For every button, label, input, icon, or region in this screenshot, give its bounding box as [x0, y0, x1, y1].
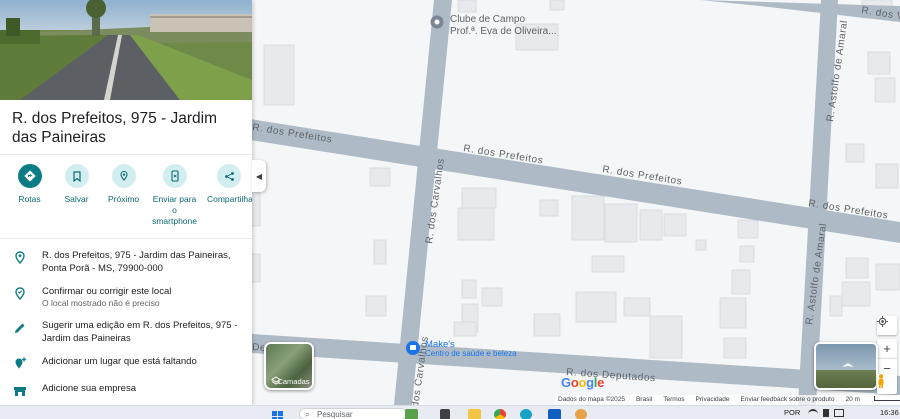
add-missing-place-row[interactable]: Adicionar um lugar que está faltando — [0, 355, 252, 372]
layers-label: Camadas — [277, 377, 310, 386]
share-icon — [217, 164, 242, 188]
pegman-icon — [878, 374, 884, 388]
save-button[interactable]: Salvar — [58, 164, 95, 238]
pencil-icon — [15, 323, 25, 333]
poi-club-marker — [430, 15, 444, 29]
chevron-left-icon: ◀ — [255, 171, 263, 181]
my-location-icon — [877, 316, 888, 327]
footer-terms-link[interactable]: Termos — [663, 396, 684, 404]
speaker-icon — [823, 409, 829, 417]
send-to-phone-icon — [162, 164, 187, 188]
action-bar: Rotas Salvar Próximo Enviar para o smart… — [0, 154, 252, 238]
pegman-button[interactable] — [877, 374, 897, 394]
start-button[interactable] — [272, 409, 283, 419]
system-tray[interactable] — [808, 409, 849, 417]
layers-button[interactable]: Camadas — [264, 342, 314, 390]
store-app-icon[interactable] — [548, 409, 561, 419]
poi-club-name: Clube de Campo — [450, 14, 525, 25]
edge-icon[interactable] — [520, 409, 532, 419]
windows-logo-icon — [272, 411, 283, 419]
confirm-location-row[interactable]: Confirmar ou corrigir este local O local… — [0, 285, 252, 309]
place-title: R. dos Prefeitos, 975 - Jardim das Paine… — [12, 110, 218, 146]
directions-icon — [17, 164, 42, 188]
map-footer: Dados do mapa ©2025 Brasil Termos Privac… — [555, 395, 900, 405]
footer-privacy-link[interactable]: Privacidade — [696, 396, 730, 404]
suggest-edit-line-2: Jardim das Paineiras — [42, 333, 131, 344]
map-scale-label: 20 m — [845, 396, 860, 403]
place-info-list: R. dos Prefeitos, 975 - Jardim das Paine… — [0, 238, 252, 399]
my-location-button[interactable] — [877, 316, 897, 335]
nearby-icon — [111, 164, 136, 188]
send-to-phone-label: Enviar para o smartphone — [152, 194, 197, 226]
plant-app-icon[interactable] — [405, 409, 418, 419]
map-scale[interactable]: 20 m — [845, 396, 900, 404]
chrome-icon[interactable] — [494, 409, 506, 419]
street-photo-image — [0, 0, 252, 100]
send-to-phone-button[interactable]: Enviar para o smartphone — [152, 164, 197, 238]
directions-label: Rotas — [18, 194, 41, 204]
share-label: Compartilhar — [206, 194, 252, 204]
nearby-label: Próximo — [107, 194, 140, 204]
street-view-arrow-icon — [840, 362, 856, 372]
suggest-edit-row[interactable]: Sugerir uma edição em R. dos Prefeitos, … — [0, 319, 252, 345]
search-icon: ⌕ — [305, 410, 310, 419]
language-indicator[interactable]: POR — [784, 408, 800, 417]
location-check-icon — [15, 287, 25, 301]
add-business-row[interactable]: Adicione sua empresa — [0, 382, 252, 399]
store-icon — [14, 387, 26, 396]
collapse-panel-button[interactable]: ◀ — [252, 160, 266, 192]
photos-app-icon[interactable] — [575, 409, 587, 419]
directions-button[interactable]: Rotas — [11, 164, 48, 238]
map-scale-bar — [873, 396, 900, 401]
add-location-icon — [15, 357, 26, 369]
battery-icon — [834, 409, 844, 417]
map-data-attribution: Dados do mapa ©2025 — [558, 396, 625, 403]
google-logo: Google — [561, 375, 605, 390]
taskbar-search-placeholder: Pesquisar — [317, 410, 353, 419]
poi-makes-category: Centro de saúde e beleza — [425, 349, 517, 358]
save-label: Salvar — [64, 194, 89, 204]
place-panel: R. dos Prefeitos, 975 - Jardim das Paine… — [0, 0, 252, 405]
footer-country-link[interactable]: Brasil — [636, 396, 652, 404]
suggest-edit-line-1: Sugerir uma edição em R. dos Prefeitos, … — [42, 320, 238, 331]
address-row[interactable]: R. dos Prefeitos, 975 - Jardim das Paine… — [0, 249, 252, 275]
taskbar-clock[interactable]: 16:36 — [880, 408, 899, 417]
confirm-location-title: Confirmar ou corrigir este local — [42, 286, 172, 297]
bookmark-icon — [64, 164, 89, 188]
add-business-label: Adicione sua empresa — [42, 383, 136, 394]
footer-feedback-link[interactable]: Enviar feedback sobre o produto — [741, 396, 835, 404]
zoom-in-button[interactable]: + — [877, 339, 897, 358]
street-view-photo[interactable] — [0, 0, 252, 100]
nearby-button[interactable]: Próximo — [105, 164, 142, 238]
poi-club-subname: Prof.ª. Eva de Oliveira... — [450, 26, 557, 37]
street-view-thumbnail[interactable] — [814, 342, 878, 390]
wifi-icon — [808, 409, 818, 417]
taskbar-search[interactable]: ⌕ Pesquisar — [299, 408, 407, 419]
confirm-location-subtitle: O local mostrado não é preciso — [42, 298, 160, 308]
address-line-1: R. dos Prefeitos, 975 - Jardim das Paine… — [42, 250, 231, 261]
share-button[interactable]: Compartilhar — [207, 164, 252, 238]
poi-makes-marker — [406, 341, 420, 355]
map-controls: + − — [877, 316, 897, 377]
location-pin-icon — [15, 251, 25, 265]
add-missing-place-label: Adicionar um lugar que está faltando — [42, 356, 197, 367]
address-line-2: Ponta Porã - MS, 79900-000 — [42, 263, 163, 274]
windows-taskbar: ⌕ Pesquisar POR 16:36 — [0, 405, 900, 419]
task-view-icon[interactable] — [440, 409, 450, 419]
file-explorer-icon[interactable] — [468, 409, 481, 419]
